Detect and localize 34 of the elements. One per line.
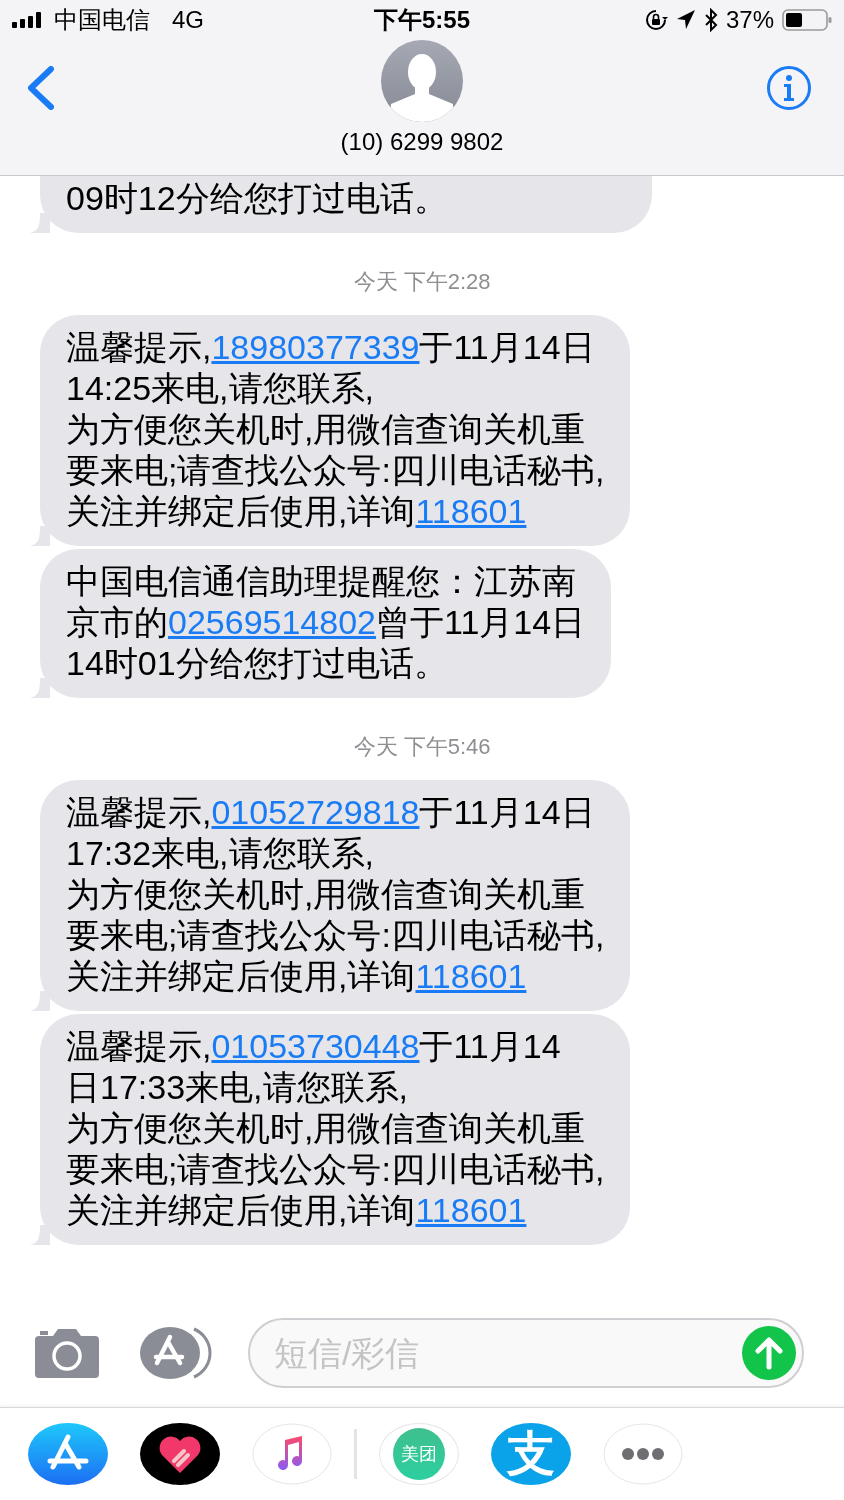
message-text: 中国电信通信助理提醒您：江苏南 京市的02569514802曾于11月14日 14时01分给您打过电话。 xyxy=(66,561,586,684)
status-time: 下午5:55 xyxy=(374,5,470,35)
music-note-icon[interactable] xyxy=(252,1423,332,1485)
rotation-lock-icon xyxy=(643,8,668,32)
app-store-icon[interactable] xyxy=(140,1325,212,1381)
message-text: 温馨提示,01052729818于11月14日 17:32来电,请您联系, 为方便您关机时,用微信查询关机重 要来电;请查找公众号:四川电话秘书, 关注并绑定后使用,详询118601 xyxy=(66,792,605,997)
carrier-name: 中国电信 xyxy=(54,5,150,35)
avatar-icon[interactable] xyxy=(381,40,463,122)
back-icon[interactable] xyxy=(26,66,56,110)
timestamp: 今天 下午5:46 xyxy=(353,733,491,761)
phone-link[interactable]: 118601 xyxy=(415,492,527,530)
network-type: 4G xyxy=(172,6,204,34)
timestamp: 今天 下午2:28 xyxy=(353,268,491,296)
battery-icon xyxy=(782,8,832,32)
phone-link[interactable]: 01053730448 xyxy=(211,1027,420,1065)
phone-link[interactable]: 18980377339 xyxy=(211,328,420,366)
bluetooth-icon xyxy=(703,8,718,32)
camera-icon[interactable] xyxy=(34,1328,100,1378)
meituan-app-button[interactable]: 美团 xyxy=(379,1423,459,1485)
contact-number[interactable]: (10) 6299 9802 xyxy=(340,128,504,156)
message-text: 温馨提示,01053730448于11月14 日17:33来电,请您联系, 为方便您关机时,用微信查询关机重 要来电;请查找公众号:四川电话秘书, 关注并绑定后使用,详询118601 xyxy=(66,1026,605,1231)
info-icon[interactable] xyxy=(766,65,812,111)
more-icon[interactable] xyxy=(603,1423,683,1485)
phone-link[interactable]: 118601 xyxy=(415,1191,527,1229)
alipay-app-button[interactable]: 支 xyxy=(491,1423,571,1485)
send-icon[interactable] xyxy=(742,1326,796,1380)
phone-link[interactable]: 01052729818 xyxy=(211,793,420,831)
phone-link[interactable]: 118601 xyxy=(415,957,527,995)
location-arrow-icon xyxy=(675,9,696,31)
message-text: 09时12分给您打过电话。 xyxy=(66,178,449,219)
app-store-icon[interactable] xyxy=(28,1423,108,1485)
battery-percent: 37% xyxy=(725,6,774,34)
message-text: 温馨提示,18980377339于11月14日 14:25来电,请您联系, 为方便您关机时,用微信查询关机重 要来电;请查找公众号:四川电话秘书, 关注并绑定后使用,详询118601 xyxy=(66,327,605,532)
phone-link[interactable]: 02569514802 xyxy=(168,603,376,641)
